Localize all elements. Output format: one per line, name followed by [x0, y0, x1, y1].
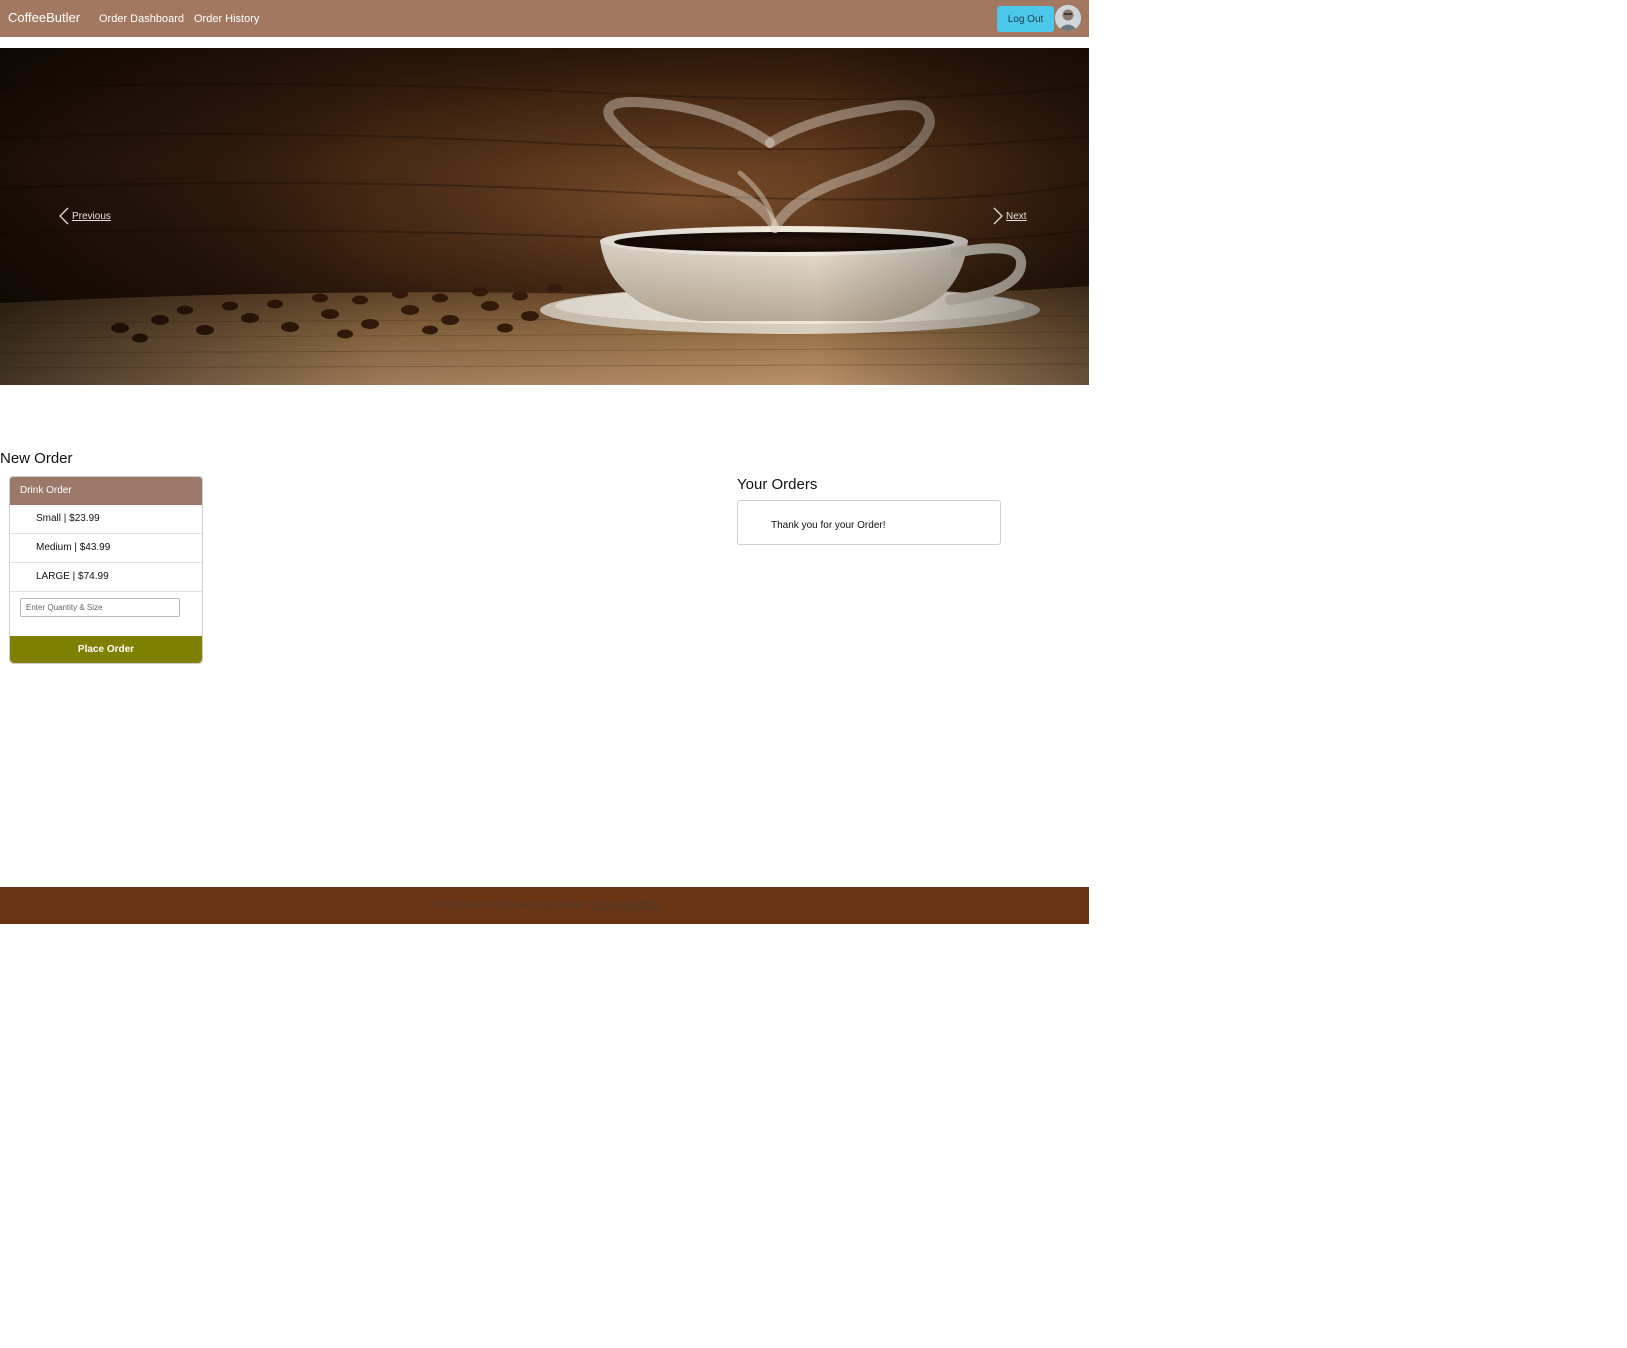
size-option-small[interactable]: Small | $23.99: [10, 505, 202, 534]
size-option-large[interactable]: LARGE | $74.99: [10, 563, 202, 592]
carousel-previous-label: Previous: [72, 210, 111, 222]
place-order-button[interactable]: Place Order: [10, 636, 202, 663]
footer-text: © 2023 GA Tech BootCamp Cohort:: [430, 900, 592, 911]
footer-team-link[interactable]: TEAM AAMMO: [591, 900, 659, 911]
hero-carousel[interactable]: Previous Next: [0, 48, 1089, 385]
chevron-left-icon: [59, 207, 69, 225]
footer: © 2023 GA Tech BootCamp Cohort: TEAM AAM…: [0, 887, 1089, 924]
brand-logo[interactable]: CoffeeButler: [8, 10, 80, 26]
carousel-previous[interactable]: Previous: [56, 207, 111, 225]
carousel-next-label: Next: [1006, 210, 1027, 222]
carousel-next[interactable]: Next: [990, 207, 1027, 225]
order-confirmation-message: Thank you for your Order!: [771, 520, 886, 531]
navbar: CoffeeButler Order Dashboard Order Histo…: [0, 0, 1089, 37]
your-orders-heading: Your Orders: [737, 476, 818, 493]
quantity-field-wrap: [10, 592, 202, 626]
size-option-medium[interactable]: Medium | $43.99: [10, 534, 202, 563]
coffee-cup-image: [0, 48, 1089, 385]
nav-order-history[interactable]: Order History: [194, 12, 259, 26]
card-header: Drink Order: [10, 477, 202, 505]
logout-button[interactable]: Log Out: [997, 6, 1054, 32]
chevron-right-icon: [993, 207, 1003, 225]
quantity-size-input[interactable]: [20, 598, 180, 617]
new-order-heading: New Order: [0, 450, 73, 467]
app-root: CoffeeButler Order Dashboard Order Histo…: [0, 0, 1089, 1348]
avatar[interactable]: [1055, 5, 1081, 31]
nav-order-dashboard[interactable]: Order Dashboard: [99, 12, 184, 26]
drink-order-form: Drink Order Small | $23.99 Medium | $43.…: [9, 476, 203, 664]
orders-list: Thank you for your Order!: [737, 500, 1001, 545]
user-avatar-icon: [1055, 5, 1081, 31]
